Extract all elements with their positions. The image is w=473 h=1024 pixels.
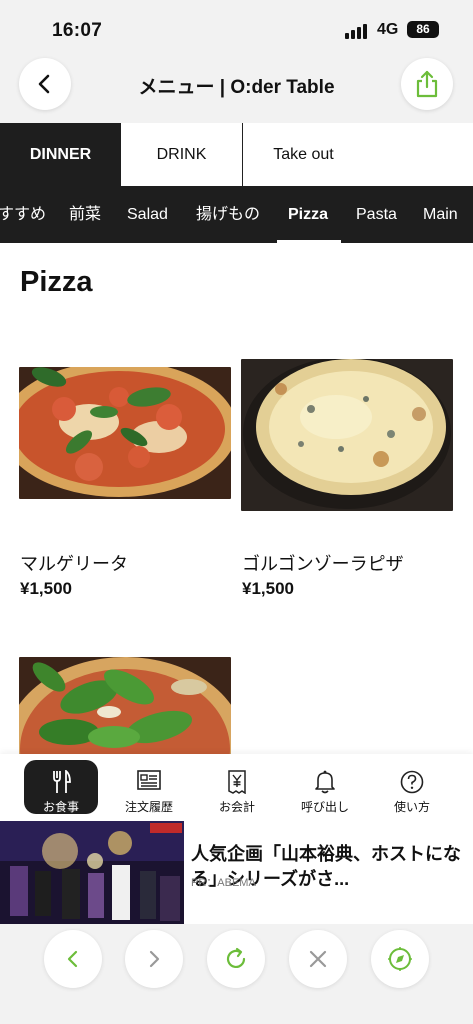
- close-icon: [309, 950, 327, 968]
- status-bar: 16:07 4G 86: [0, 0, 473, 52]
- category-zensai[interactable]: 前菜: [69, 186, 101, 243]
- ad-image[interactable]: [0, 821, 184, 924]
- screen: 16:07 4G 86 メニュー | O:der Table DINNER DR…: [0, 0, 473, 1024]
- nav-meal[interactable]: お食事: [24, 760, 98, 814]
- category-main[interactable]: Main: [423, 186, 458, 243]
- tab-dinner[interactable]: DINNER: [0, 123, 121, 186]
- category-bar: すすめ 前菜 Salad 揚げもの Pizza Pasta Main: [0, 186, 473, 243]
- product-image[interactable]: [19, 367, 231, 499]
- product-image[interactable]: [19, 657, 231, 754]
- nav-label: 注文履歴: [124, 800, 173, 814]
- product-name: マルゲリータ: [20, 554, 128, 574]
- nav-label: 使い方: [393, 800, 430, 814]
- browser-close-button[interactable]: [289, 930, 347, 988]
- category-agemono[interactable]: 揚げもの: [196, 186, 260, 243]
- product-name: ゴルゴンゾーラピザ: [242, 554, 404, 574]
- tab-drink[interactable]: DRINK: [121, 123, 242, 186]
- signal-icon: [345, 23, 371, 39]
- ad-source: PR：ABEMA: [191, 877, 256, 889]
- product-price: ¥1,500: [20, 579, 72, 598]
- page-title: メニュー | O:der Table: [138, 77, 335, 98]
- category-pizza[interactable]: Pizza: [288, 186, 328, 243]
- nav-checkout[interactable]: お会計: [202, 760, 272, 814]
- nav-call-staff[interactable]: 呼び出し: [289, 760, 361, 814]
- ad-banner[interactable]: 人気企画「山本裕典、ホストになる」シリーズがさ...: [0, 820, 473, 924]
- tab-takeout[interactable]: Take out: [243, 123, 364, 186]
- chevron-left-icon: [38, 74, 50, 94]
- product-image[interactable]: [241, 359, 453, 511]
- compass-icon: [388, 947, 412, 971]
- browser-reload-button[interactable]: [207, 930, 265, 988]
- battery-icon: 86: [407, 21, 439, 38]
- category-pasta[interactable]: Pasta: [356, 186, 397, 243]
- nav-how-to-use[interactable]: 使い方: [377, 760, 447, 814]
- nav-order-history[interactable]: 注文履歴: [114, 760, 184, 814]
- product-price: ¥1,500: [242, 579, 294, 598]
- nav-label: お食事: [42, 800, 79, 814]
- header: メニュー | O:der Table: [0, 52, 473, 123]
- forward-icon: [149, 950, 160, 968]
- question-icon: [400, 770, 424, 794]
- status-time: 16:07: [52, 20, 103, 41]
- category-salad[interactable]: Salad: [127, 186, 168, 243]
- active-category-indicator: [277, 240, 341, 243]
- browser-forward-button[interactable]: [125, 930, 183, 988]
- category-osusume[interactable]: すすめ: [0, 186, 46, 243]
- browser-compass-button[interactable]: [371, 930, 429, 988]
- share-button[interactable]: [401, 58, 453, 110]
- nav-label: 呼び出し: [300, 800, 349, 814]
- bell-icon: [315, 770, 335, 794]
- bottom-nav: お食事 注文履歴 お会計 呼び出し 使い方: [0, 754, 473, 820]
- fork-knife-icon: [53, 770, 71, 793]
- browser-toolbar: [0, 924, 473, 1024]
- back-button[interactable]: [19, 58, 71, 110]
- reload-icon: [226, 947, 246, 968]
- receipt-icon: [137, 770, 161, 790]
- share-icon: [416, 70, 438, 98]
- yen-receipt-icon: [228, 770, 246, 794]
- section-title: Pizza: [20, 266, 93, 298]
- browser-back-button[interactable]: [44, 930, 102, 988]
- back-icon: [67, 950, 78, 968]
- main-tabs: DINNER DRINK Take out: [0, 123, 473, 186]
- network-label: 4G: [377, 21, 399, 38]
- nav-label: お会計: [218, 800, 255, 814]
